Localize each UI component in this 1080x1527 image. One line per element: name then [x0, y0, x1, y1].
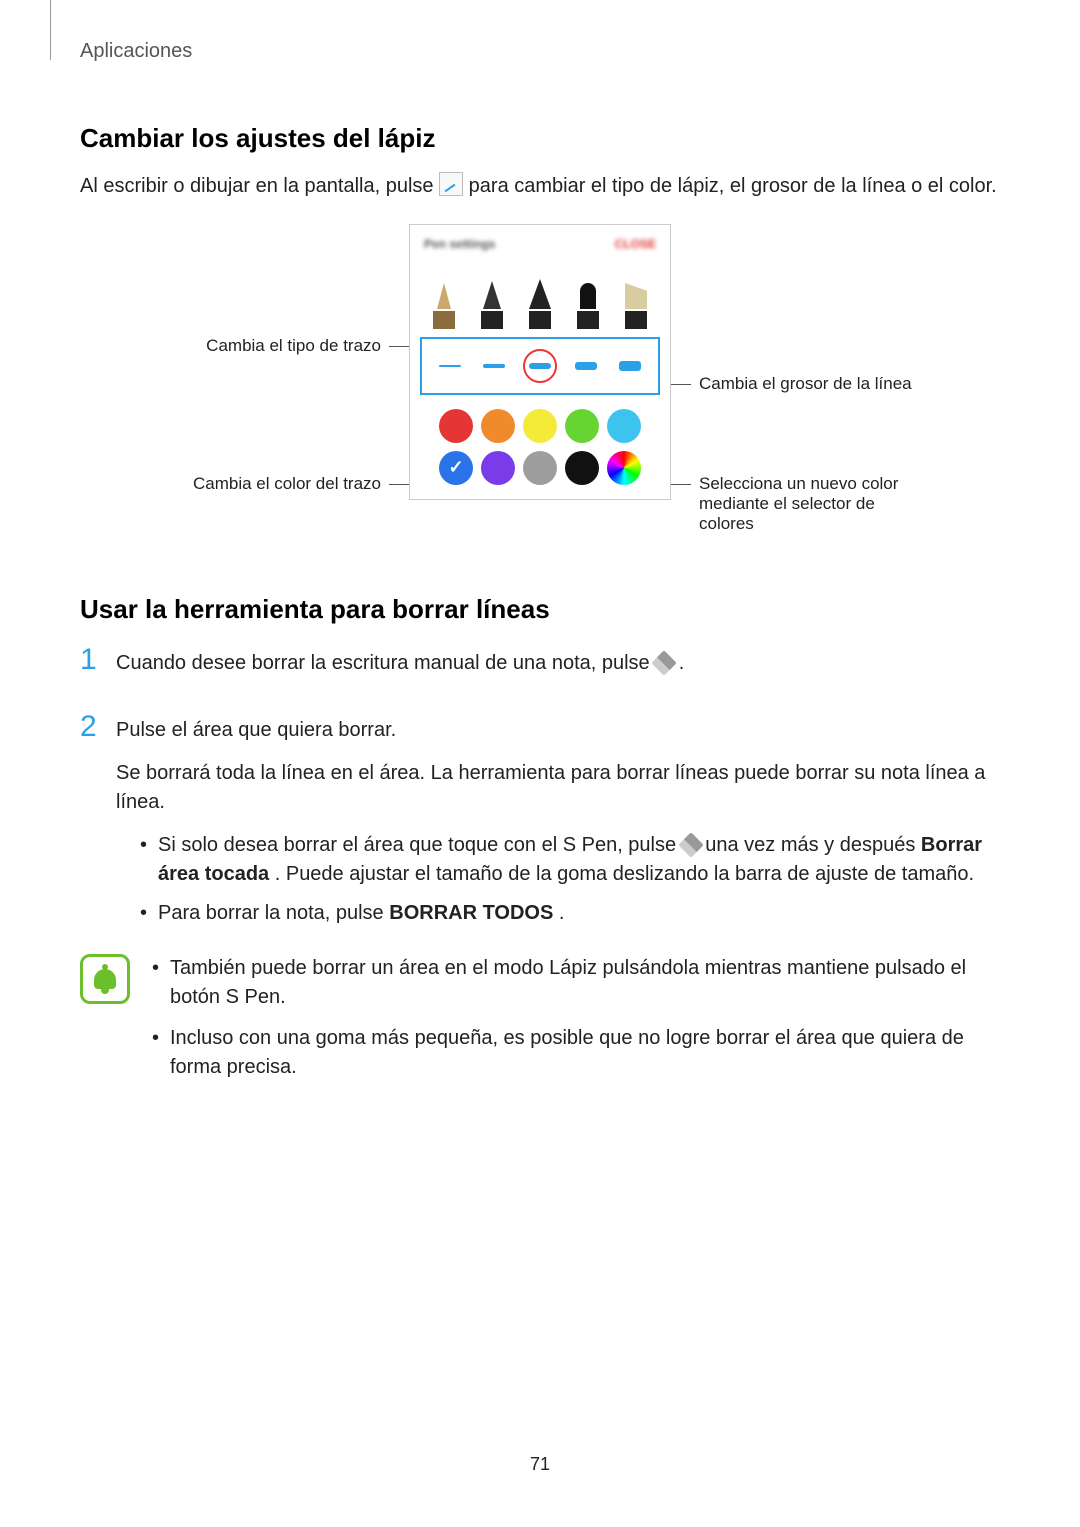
- swatch-lightblue[interactable]: [607, 409, 641, 443]
- nib-marker[interactable]: [574, 283, 602, 329]
- callout-label: Cambia el tipo de trazo: [206, 336, 381, 356]
- callout-color: Cambia el color del trazo: [193, 474, 409, 494]
- swatch-grey[interactable]: [523, 451, 557, 485]
- text-fragment: .: [679, 652, 685, 674]
- thickness-4[interactable]: [571, 351, 601, 381]
- note-icon: [80, 954, 130, 1004]
- text-fragment: . Puede ajustar el tamaño de la goma des…: [275, 863, 974, 885]
- nib-chisel[interactable]: [622, 283, 650, 329]
- thickness-row: [420, 337, 660, 395]
- step2-bullet-1: Si solo desea borrar el área que toque c…: [136, 831, 1000, 889]
- pen-icon: [439, 172, 463, 196]
- swatch-black[interactable]: [565, 451, 599, 485]
- note-item-1: También puede borrar un área en el modo …: [148, 954, 1000, 1012]
- step-number: 2: [80, 712, 100, 938]
- heading-eraser: Usar la herramienta para borrar líneas: [80, 594, 1000, 625]
- thickness-1[interactable]: [435, 351, 465, 381]
- callout-label: Selecciona un nuevo color mediante el se…: [699, 474, 919, 534]
- step2-line2: Se borrará toda la línea en el área. La …: [116, 759, 1000, 817]
- step-2: 2 Pulse el área que quiera borrar. Se bo…: [80, 712, 1000, 938]
- text-fragment: Cuando desee borrar la escritura manual …: [116, 652, 655, 674]
- swatch-red[interactable]: [439, 409, 473, 443]
- page-number: 71: [80, 1454, 1000, 1475]
- note-block: También puede borrar un área en el modo …: [80, 954, 1000, 1094]
- swatch-color-picker[interactable]: [607, 451, 641, 485]
- step2-bullet-2: Para borrar la nota, pulse BORRAR TODOS …: [136, 899, 1000, 928]
- callout-thickness: Cambia el grosor de la línea: [671, 374, 912, 394]
- swatch-yellow[interactable]: [523, 409, 557, 443]
- thickness-5[interactable]: [615, 351, 645, 381]
- swatch-orange[interactable]: [481, 409, 515, 443]
- callout-label: Cambia el color del trazo: [193, 474, 381, 494]
- text-bold: BORRAR TODOS: [389, 902, 553, 924]
- step-1: 1 Cuando desee borrar la escritura manua…: [80, 645, 1000, 692]
- callout-picker: Selecciona un nuevo color mediante el se…: [671, 474, 919, 534]
- text-fragment: una vez más y después: [705, 834, 921, 856]
- text-fragment: para cambiar el tipo de lápiz, el grosor…: [469, 175, 997, 197]
- pen-intro-text: Al escribir o dibujar en la pantalla, pu…: [80, 172, 1000, 200]
- heading-pen-settings: Cambiar los ajustes del lápiz: [80, 123, 1000, 154]
- swatch-purple[interactable]: [481, 451, 515, 485]
- panel-title: Pen settings: [424, 237, 495, 251]
- color-swatches: [420, 409, 660, 485]
- text-fragment: .: [559, 902, 565, 924]
- pen-settings-panel: Pen settings CLOSE: [409, 224, 671, 500]
- panel-close-label[interactable]: CLOSE: [615, 237, 656, 251]
- note-item-2: Incluso con una goma más pequeña, es pos…: [148, 1024, 1000, 1082]
- step-number: 1: [80, 645, 100, 692]
- swatch-blue[interactable]: [439, 451, 473, 485]
- text-fragment: Al escribir o dibujar en la pantalla, pu…: [80, 175, 439, 197]
- callout-nib: Cambia el tipo de trazo: [206, 336, 409, 356]
- thickness-3[interactable]: [523, 349, 557, 383]
- swatch-green[interactable]: [565, 409, 599, 443]
- nib-row: [420, 259, 660, 329]
- nib-brush[interactable]: [526, 279, 554, 329]
- nib-fountain[interactable]: [430, 283, 458, 329]
- nib-fine[interactable]: [478, 281, 506, 329]
- step2-line1: Pulse el área que quiera borrar.: [116, 716, 1000, 745]
- thickness-2[interactable]: [479, 351, 509, 381]
- eraser-icon: [652, 650, 677, 675]
- section-header: Aplicaciones: [80, 40, 1000, 63]
- text-fragment: Si solo desea borrar el área que toque c…: [158, 834, 682, 856]
- text-fragment: Para borrar la nota, pulse: [158, 902, 389, 924]
- callout-label: Cambia el grosor de la línea: [699, 374, 912, 394]
- pen-settings-figure: Cambia el tipo de trazo Cambia el color …: [80, 224, 1000, 534]
